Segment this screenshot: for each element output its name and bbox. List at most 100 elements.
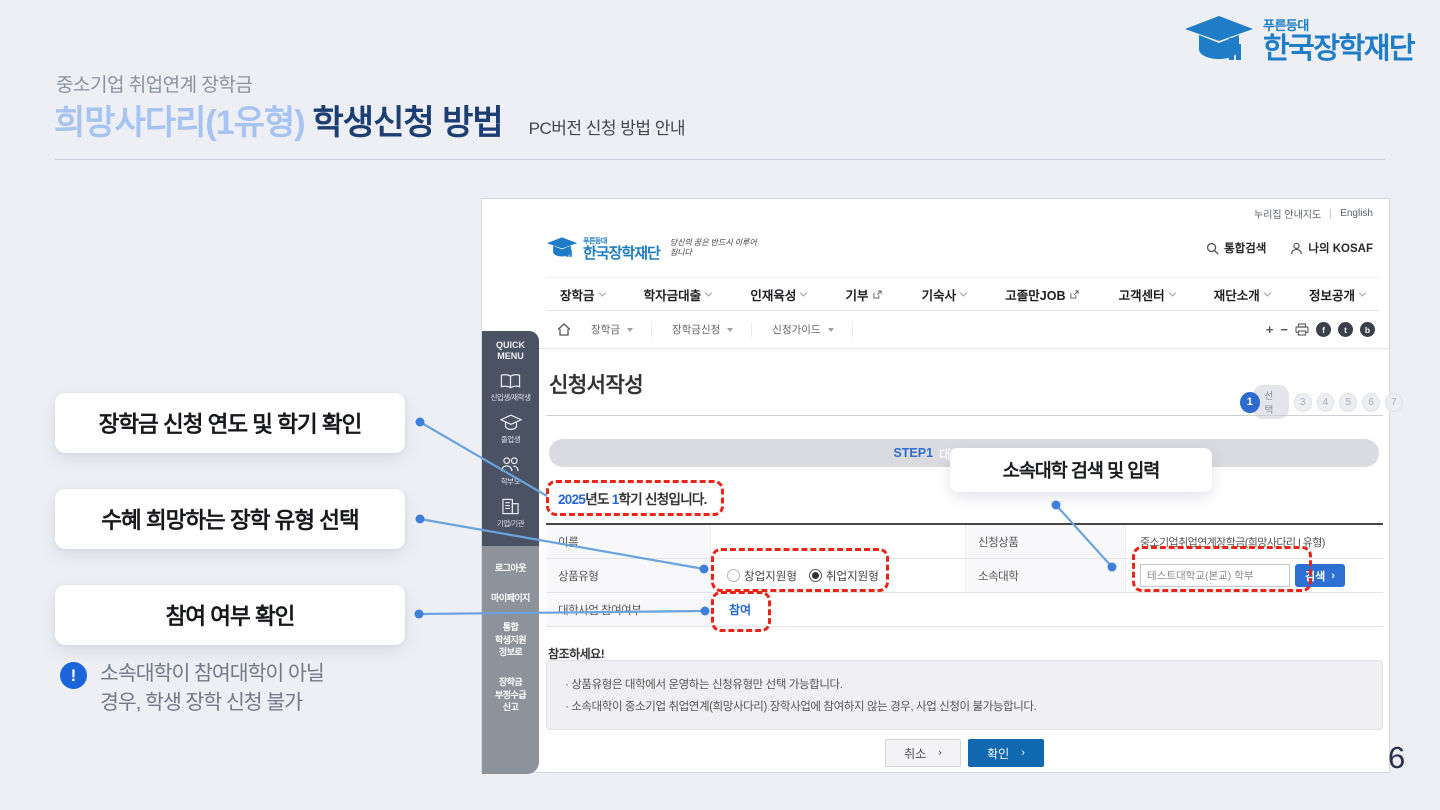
main-nav: 장학금 학자금대출 인재육성 기부 기숙사 고졸만JOB 고객센터 재단소개 정… xyxy=(546,277,1379,311)
step-5: 5 xyxy=(1339,393,1357,412)
brand-name-label: 한국장학재단 xyxy=(1263,34,1414,64)
graduation-cap-icon xyxy=(546,236,578,260)
zoom-in-button[interactable]: + xyxy=(1266,322,1274,337)
book-icon xyxy=(500,373,521,389)
page-title: 신청서작성 xyxy=(549,369,643,399)
quickmenu-freshman[interactable]: 신입생/재학생 xyxy=(491,373,531,403)
nav-customer-center[interactable]: 고객센터 xyxy=(1119,285,1175,304)
dropdown-arrow-icon xyxy=(828,328,834,332)
blog-icon[interactable]: b xyxy=(1360,322,1375,337)
step-3: 3 xyxy=(1294,393,1312,412)
home-icon[interactable] xyxy=(557,323,571,336)
quickmenu-company[interactable]: 기업/기관 xyxy=(497,498,524,529)
radio-highlight-box xyxy=(711,548,889,592)
form-actions: 취소› 확인› xyxy=(546,739,1383,767)
reference-bullet: 소속대학이 중소기업 취업연계(희망사다리) 장학사업에 참여하지 않는 경우,… xyxy=(565,696,1364,718)
brand-name-label: 한국장학재단 xyxy=(583,246,660,261)
header-divider xyxy=(55,159,1385,160)
type-label-cell: 상품유형 xyxy=(546,559,711,593)
dropdown-arrow-icon xyxy=(627,328,633,332)
step-bar-prefix: STEP1 xyxy=(893,446,933,460)
slide-title-rest: 학생신청 방법 xyxy=(313,95,503,144)
breadcrumb: 장학금 장학금신청 신청가이드 + − f t b xyxy=(539,311,1389,349)
quickmenu-student-support[interactable]: 통합 학생지원 정보로 xyxy=(495,621,526,659)
utility-separator xyxy=(1330,209,1331,219)
nav-donation[interactable]: 기부 xyxy=(845,285,882,304)
breadcrumb-scholarship[interactable]: 장학금 xyxy=(591,322,652,337)
site-header: 푸른등대 한국장학재단 당신의 꿈은 반드시 이루어집니다 통합검색 나의 KO… xyxy=(546,225,1373,271)
slide-title-highlight: 희망사다리(1유형) xyxy=(54,95,305,144)
join-highlight-box xyxy=(711,591,771,632)
nav-talent[interactable]: 인재육성 xyxy=(750,285,806,304)
step-6: 6 xyxy=(1362,393,1380,412)
external-link-icon xyxy=(873,290,882,299)
chevron-down-icon xyxy=(705,289,712,296)
chevron-down-icon xyxy=(1169,289,1176,296)
quickmenu-graduate[interactable]: 졸업생 xyxy=(500,414,522,445)
page-number: 6 xyxy=(1388,740,1405,776)
slide-title: 희망사다리(1유형) 학생신청 방법 PC버전 신청 방법 안내 xyxy=(54,95,685,144)
step-indicator: 1 선택 3 4 5 6 7 xyxy=(1240,385,1403,419)
quick-menu-header: QUICK MENU xyxy=(496,340,525,362)
chevron-down-icon xyxy=(800,289,807,296)
nav-scholarship[interactable]: 장학금 xyxy=(560,285,605,304)
brand-top-label: 푸른등대 xyxy=(583,236,660,246)
step-1-active: 1 xyxy=(1240,392,1260,413)
facebook-icon[interactable]: f xyxy=(1316,322,1331,337)
slide-eyebrow: 중소기업 취업연계 장학금 xyxy=(56,70,252,97)
brand-slogan: 당신의 꿈은 반드시 이루어집니다 xyxy=(670,238,758,258)
printer-icon[interactable] xyxy=(1295,323,1309,336)
warning-note: ! 소속대학이 참여대학이 아닐 경우, 학생 장학 신청 불가 xyxy=(60,659,324,717)
quickmenu-parents[interactable]: 학부모 xyxy=(500,456,521,487)
quickmenu-mypage[interactable]: 마이페이지 xyxy=(491,592,530,605)
exclamation-icon: ! xyxy=(60,662,87,689)
semester-notice: 2025년도 1학기 신청입니다. xyxy=(558,488,707,508)
cancel-button[interactable]: 취소› xyxy=(885,739,961,767)
nav-disclosure[interactable]: 정보공개 xyxy=(1309,285,1365,304)
notice-highlight-box: 2025년도 1학기 신청입니다. xyxy=(546,480,724,516)
dropdown-arrow-icon xyxy=(727,328,733,332)
kosaf-site-screenshot: 누리집 안내지도 English 푸른등대 한국장학재단 당신의 꿈은 반드시 … xyxy=(481,198,1390,773)
nav-student-loan[interactable]: 학자금대출 xyxy=(644,285,712,304)
quickmenu-fraud-report[interactable]: 장학금 부정수급 신고 xyxy=(495,676,526,714)
chevron-down-icon xyxy=(598,289,605,296)
tooltip-school-search: 소속대학 검색 및 입력 xyxy=(950,448,1212,492)
chevron-down-icon xyxy=(960,289,967,296)
callout-scholarship-type: 수혜 희망하는 장학 유형 선택 xyxy=(55,489,405,549)
graduation-cap-icon xyxy=(500,414,522,431)
quickmenu-logout[interactable]: 로그아웃 xyxy=(495,562,526,575)
callout-year-semester: 장학금 신청 연도 및 학기 확인 xyxy=(55,393,405,453)
reference-box: 상품유형은 대학에서 운영하는 신청유형만 선택 가능합니다. 소속대학이 중소… xyxy=(546,660,1383,730)
callout-participation: 참여 여부 확인 xyxy=(55,585,405,645)
chevron-down-icon xyxy=(1264,289,1271,296)
title-rule xyxy=(546,415,1383,416)
english-link[interactable]: English xyxy=(1340,208,1373,219)
chevron-down-icon xyxy=(1359,289,1366,296)
building-icon xyxy=(501,498,520,515)
global-search[interactable]: 통합검색 xyxy=(1206,240,1266,256)
kosaf-logo-small[interactable]: 푸른등대 한국장학재단 xyxy=(546,236,660,261)
people-icon xyxy=(500,456,521,473)
my-kosaf[interactable]: 나의 KOSAF xyxy=(1290,240,1373,256)
nav-about[interactable]: 재단소개 xyxy=(1214,285,1270,304)
quick-menu-sidebar: QUICK MENU 신입생/재학생 졸업생 학부모 기업/기관 로그아웃 마이… xyxy=(482,331,539,774)
name-label-cell: 이름 xyxy=(546,525,711,559)
step-4: 4 xyxy=(1317,393,1335,412)
product-label-cell: 신청상품 xyxy=(966,525,1126,559)
nav-gojol-job[interactable]: 고졸만JOB xyxy=(1005,285,1079,304)
utility-links: 누리집 안내지도 English xyxy=(1254,206,1373,221)
nav-dormitory[interactable]: 기숙사 xyxy=(922,285,967,304)
graduation-cap-icon xyxy=(1183,14,1255,66)
breadcrumb-guide[interactable]: 신청가이드 xyxy=(772,322,852,337)
confirm-button[interactable]: 확인› xyxy=(968,739,1044,767)
sitemap-link[interactable]: 누리집 안내지도 xyxy=(1254,206,1321,221)
zoom-out-button[interactable]: − xyxy=(1280,322,1288,337)
step-7: 7 xyxy=(1385,393,1403,412)
twitter-icon[interactable]: t xyxy=(1338,322,1353,337)
page-tools: + − f t b xyxy=(1266,322,1375,337)
person-icon xyxy=(1290,242,1303,255)
school-label-cell: 소속대학 xyxy=(966,559,1126,593)
school-highlight-box xyxy=(1132,546,1312,592)
external-link-icon xyxy=(1070,290,1079,299)
breadcrumb-apply[interactable]: 장학금신청 xyxy=(672,322,752,337)
